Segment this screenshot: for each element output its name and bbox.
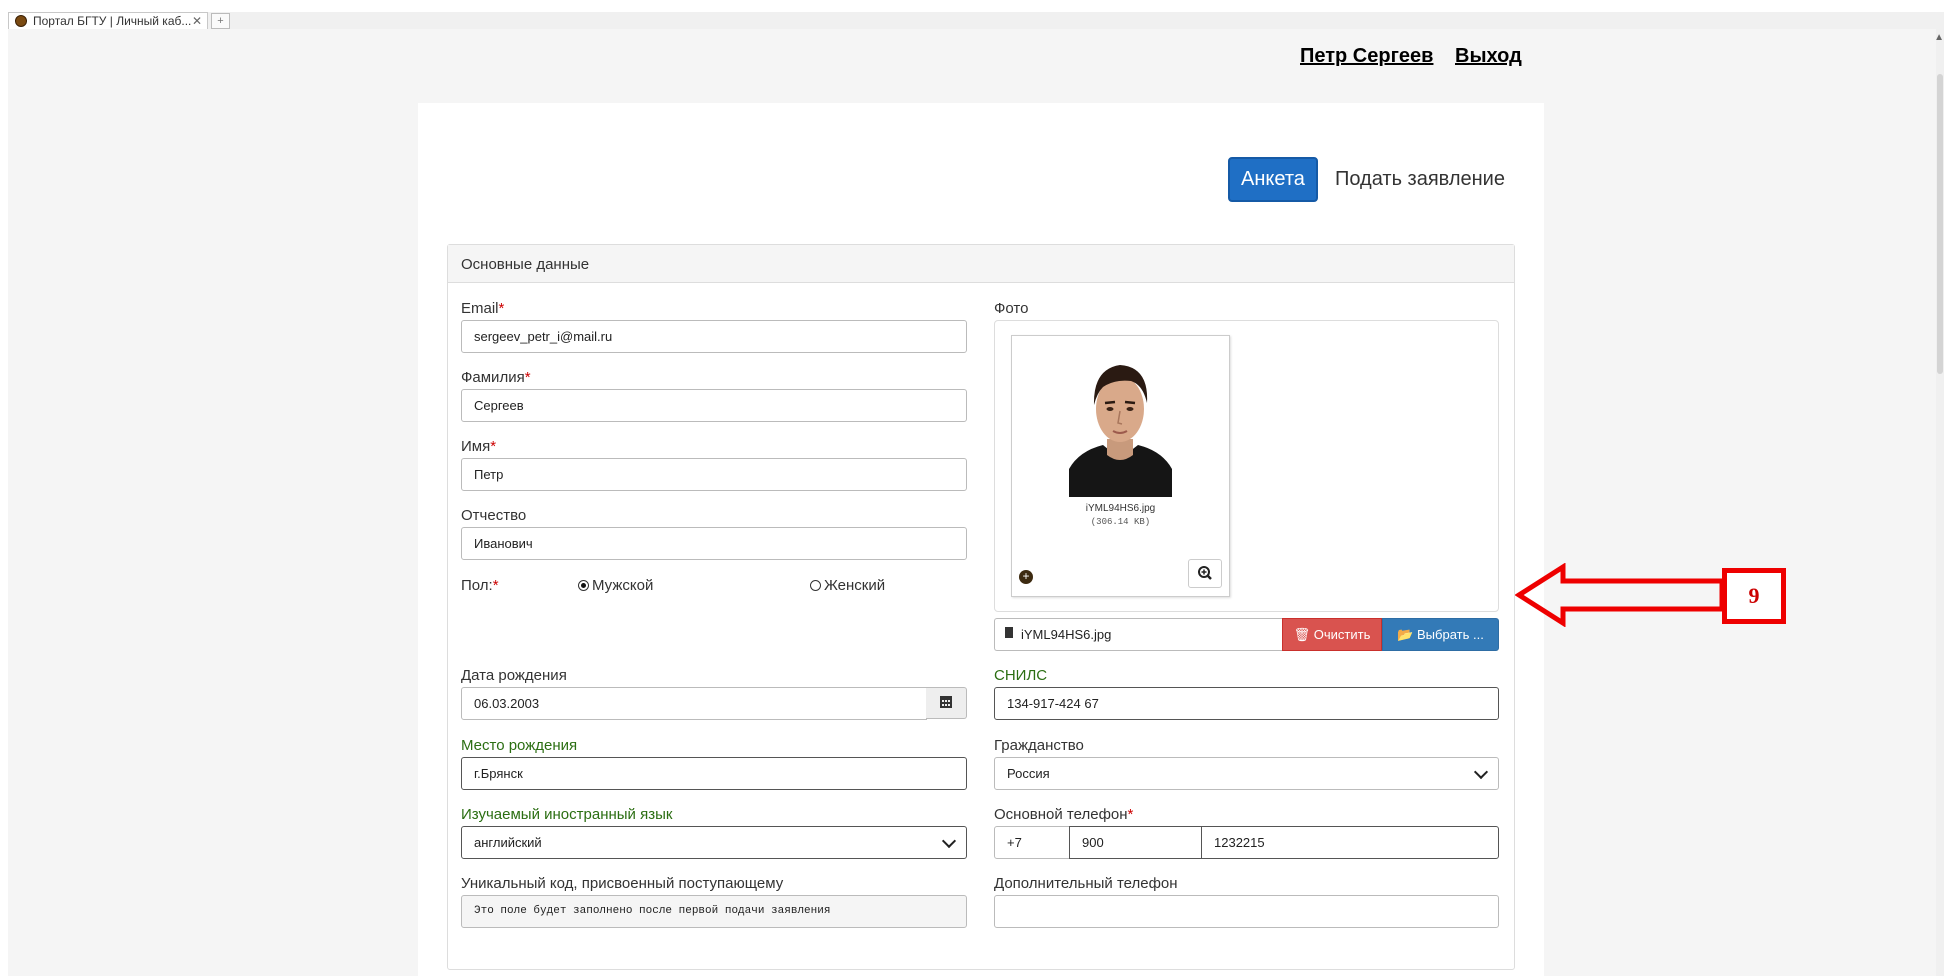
panel-title: Основные данные [461, 256, 590, 273]
tab-anketa[interactable]: Анкета [1228, 157, 1318, 202]
email-field[interactable]: sergeev_petr_i@mail.ru [461, 320, 967, 353]
browser-tab[interactable]: Портал БГТУ | Личный каб... ✕ [8, 12, 208, 29]
clear-photo-button[interactable]: 🗑 Очистить [1282, 618, 1382, 651]
language-select[interactable]: английский [461, 826, 967, 859]
surname-field[interactable]: Сергеев [461, 389, 967, 422]
applicant-photo [1069, 347, 1172, 497]
language-value: английский [474, 835, 542, 850]
email-label: Email* [461, 300, 505, 317]
citizenship-select[interactable]: Россия [994, 757, 1499, 790]
upload-indicator-icon: + [1019, 570, 1033, 584]
snils-label: СНИЛС [994, 667, 1048, 684]
extra-phone-label: Дополнительный телефон [994, 875, 1178, 892]
birth-place-field[interactable]: г.Брянск [461, 757, 967, 790]
patronymic-field[interactable]: Иванович [461, 527, 967, 560]
phone-label: Основной телефон* [994, 806, 1134, 823]
gender-female-label[interactable]: Женский [824, 577, 885, 594]
birth-date-field[interactable]: 06.03.2003 [461, 687, 927, 720]
name-label: Имя* [461, 438, 497, 455]
annotation-arrow [1515, 563, 1725, 627]
clear-photo-label: Очистить [1313, 627, 1371, 642]
patronymic-label: Отчество [461, 507, 527, 524]
photo-file-field[interactable]: iYML94HS6.jpg [994, 618, 1282, 651]
surname-label: Фамилия* [461, 369, 531, 386]
phone-country-code[interactable]: +7 [994, 826, 1070, 859]
birth-date-label: Дата рождения [461, 667, 567, 684]
gender-male-label[interactable]: Мужской [592, 577, 653, 594]
user-name-link[interactable]: Петр Сергеев [1300, 45, 1433, 68]
annotation-callout: 9 [1722, 568, 1786, 624]
name-field[interactable]: Петр [461, 458, 967, 491]
new-tab-icon[interactable]: + [211, 13, 230, 29]
browser-tab-title: Портал БГТУ | Личный каб... [33, 14, 192, 28]
chevron-down-icon [941, 833, 957, 849]
calendar-button[interactable] [926, 687, 967, 719]
photo-label: Фото [994, 300, 1029, 317]
tab-submit-application[interactable]: Подать заявление [1335, 157, 1505, 202]
photo-file-size: (306.14 KB) [1090, 517, 1151, 527]
birth-place-label: Место рождения [461, 737, 578, 754]
tab-close-icon[interactable]: ✕ [192, 13, 202, 29]
panel-heading [448, 245, 1514, 283]
choose-photo-label: Выбрать ... [1417, 627, 1484, 642]
browser-tab-strip: Портал БГТУ | Личный каб... ✕ + [8, 12, 1944, 29]
gender-label: Пол:* [461, 577, 499, 594]
scrollbar-thumb[interactable] [1937, 74, 1943, 374]
logout-link[interactable]: Выход [1455, 45, 1522, 68]
phone-operator-field[interactable]: 900 [1069, 826, 1202, 859]
page-scrollbar[interactable] [1936, 29, 1944, 976]
language-label: Изучаемый иностранный язык [461, 806, 673, 823]
choose-photo-button[interactable]: 📂 Выбрать ... [1382, 618, 1499, 651]
gender-male-radio[interactable] [578, 580, 589, 591]
file-icon [1005, 627, 1013, 638]
scroll-up-icon[interactable]: ▲ [1934, 32, 1944, 43]
citizenship-label: Гражданство [994, 737, 1084, 754]
snils-field[interactable]: 134-917-424 67 [994, 687, 1499, 720]
folder-open-icon: 📂 [1397, 627, 1414, 642]
zoom-in-button[interactable] [1188, 559, 1222, 588]
zoom-in-icon [1198, 566, 1212, 580]
gender-female-radio[interactable] [810, 580, 821, 591]
site-favicon-icon [15, 15, 27, 27]
unique-code-label: Уникальный код, присвоенный поступающему [461, 875, 784, 892]
phone-number-field[interactable]: 1232215 [1201, 826, 1499, 859]
photo-file-name: iYML94HS6.jpg [1085, 503, 1156, 514]
extra-phone-field[interactable] [994, 895, 1499, 928]
chevron-down-icon [1473, 764, 1489, 780]
unique-code-field: Это поле будет заполнено после первой по… [461, 895, 967, 928]
citizenship-value: Россия [1007, 766, 1050, 781]
calendar-icon [940, 696, 952, 708]
